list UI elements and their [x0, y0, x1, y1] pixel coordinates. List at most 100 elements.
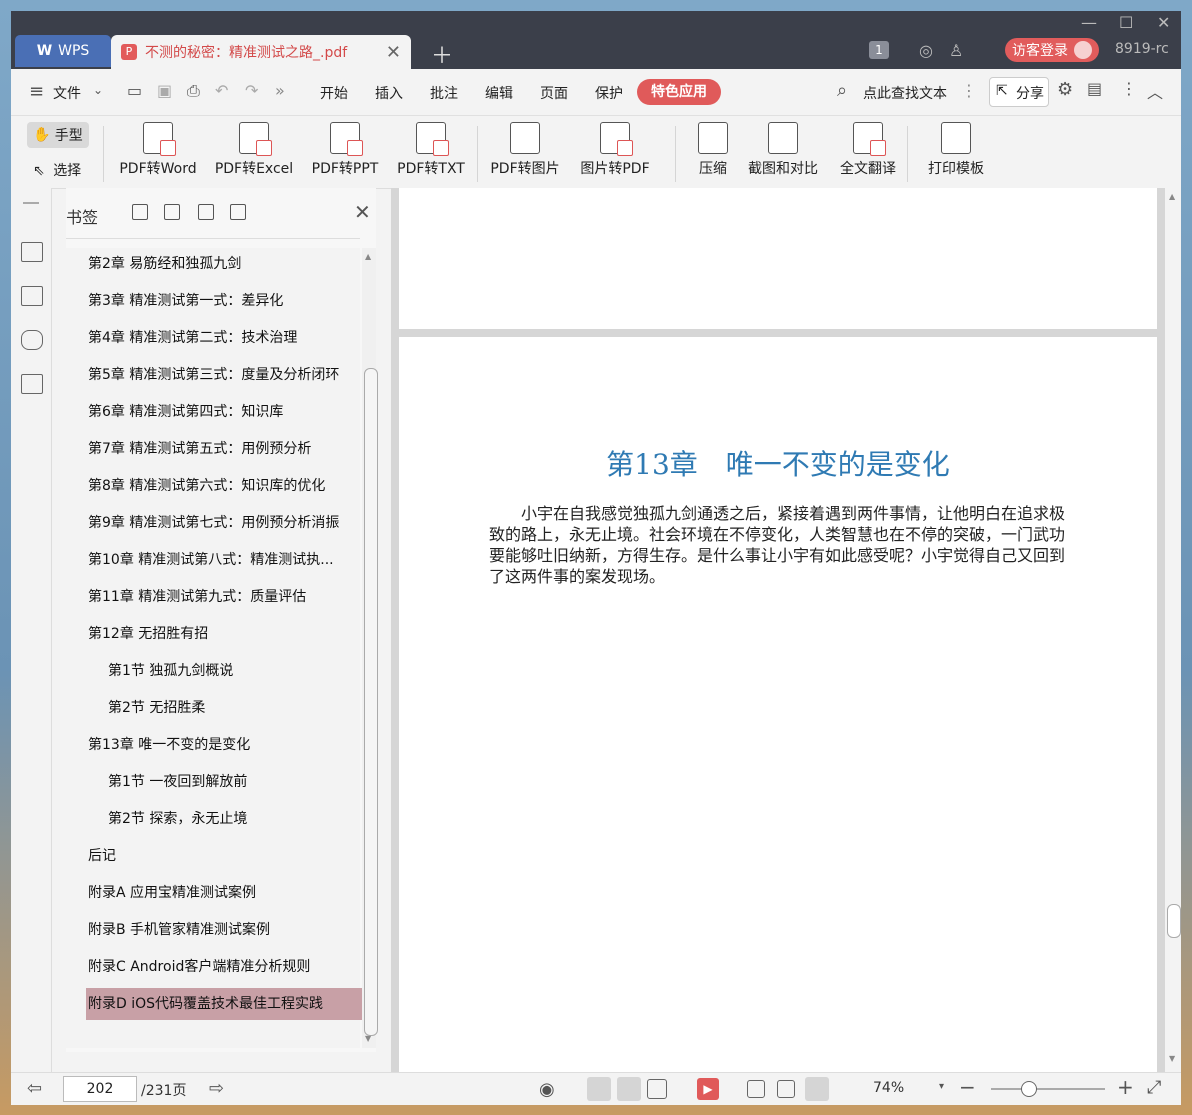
- signature-icon[interactable]: [21, 374, 43, 394]
- bookmark-item[interactable]: 第2节 无招胜柔: [108, 692, 360, 724]
- scroll-up-icon[interactable]: ▲: [365, 252, 371, 261]
- zoom-slider-track[interactable]: [991, 1088, 1105, 1090]
- save-icon[interactable]: ▣: [157, 81, 172, 100]
- bookmark-scroll-thumb[interactable]: [364, 368, 378, 1036]
- thumbnail-icon[interactable]: [21, 286, 43, 306]
- bookmark-item[interactable]: 后记: [88, 840, 360, 872]
- menu-page[interactable]: 页面: [540, 83, 568, 103]
- bookmark-item[interactable]: ▴第12章 无招胜有招: [88, 618, 360, 650]
- zoom-level[interactable]: 74%: [873, 1080, 904, 1096]
- zoom-dropdown-icon[interactable]: ▾: [939, 1081, 944, 1092]
- share-button[interactable]: ⇱ 分享: [989, 77, 1049, 107]
- bookmark-item[interactable]: ▸第4章 精准测试第二式：技术治理: [88, 322, 360, 354]
- fullscreen-icon[interactable]: ⤢: [1147, 1077, 1161, 1098]
- more-dots-icon[interactable]: ⋮: [961, 81, 977, 100]
- bookmark-item[interactable]: ▸第10章 精准测试第八式：精准测试执...: [88, 544, 360, 576]
- bookmark-scrollbar[interactable]: ▲ ▼: [362, 248, 378, 1048]
- bookmark-item[interactable]: ▸第6章 精准测试第四式：知识库: [88, 396, 360, 428]
- image-to-pdf-button[interactable]: 图片转PDF: [577, 122, 653, 178]
- compress-button[interactable]: 压缩: [695, 122, 731, 178]
- pdf-to-ppt-button[interactable]: PDF转PPT: [308, 122, 382, 178]
- open-folder-icon[interactable]: ▭: [127, 81, 142, 100]
- expand-all-icon[interactable]: [132, 204, 148, 220]
- search-icon[interactable]: ⌕: [837, 80, 847, 101]
- minimize-icon[interactable]: —: [1081, 13, 1097, 32]
- hamburger-icon[interactable]: ≡: [29, 81, 44, 102]
- find-text-button[interactable]: 点此查找文本: [863, 83, 947, 103]
- actual-size-icon[interactable]: [747, 1080, 765, 1098]
- menu-start[interactable]: 开始: [320, 83, 348, 103]
- drag-handle-icon[interactable]: [23, 202, 39, 204]
- scroll-up-icon[interactable]: ▲: [1169, 192, 1175, 201]
- menu-edit[interactable]: 编辑: [485, 83, 513, 103]
- bookmark-props-icon[interactable]: [230, 204, 246, 220]
- collapse-ribbon-icon[interactable]: ︿: [1147, 79, 1163, 103]
- pdf-to-word-button[interactable]: PDF转Word: [114, 122, 202, 178]
- bookmark-item[interactable]: ▸第3章 精准测试第一式：差异化: [88, 285, 360, 317]
- bookmark-item[interactable]: 附录C Android客户端精准分析规则: [88, 951, 360, 983]
- document-view[interactable]: 第13章 唯一不变的是变化 小宇在自我感觉独孤九剑通透之后，紧接着遇到两件事情，…: [391, 188, 1181, 1072]
- bookmark-item[interactable]: ▸第7章 精准测试第五式：用例预分析: [88, 433, 360, 465]
- more-menu-icon[interactable]: ⋮: [1121, 79, 1137, 98]
- skin-icon[interactable]: ◎: [919, 41, 933, 60]
- more-quick-icon[interactable]: »: [275, 81, 285, 100]
- maximize-icon[interactable]: ☐: [1119, 13, 1133, 32]
- fit-page-icon[interactable]: [777, 1080, 795, 1098]
- print-template-button[interactable]: 打印模板: [923, 122, 989, 178]
- annotation-icon[interactable]: [21, 330, 43, 350]
- visitor-login-button[interactable]: 访客登录: [1005, 38, 1099, 62]
- close-panel-icon[interactable]: ✕: [354, 200, 371, 224]
- select-tool-button[interactable]: ⇖ 选择: [33, 160, 81, 180]
- wps-home-tab[interactable]: W WPS: [15, 35, 111, 67]
- new-tab-icon[interactable]: ＋: [431, 38, 453, 70]
- pdf-to-excel-button[interactable]: PDF转Excel: [212, 122, 296, 178]
- single-page-icon[interactable]: [617, 1077, 641, 1101]
- close-tab-icon[interactable]: ✕: [386, 42, 401, 63]
- continuous-view-icon[interactable]: [587, 1077, 611, 1101]
- eye-protection-icon[interactable]: ◉: [539, 1079, 555, 1100]
- bookmark-item[interactable]: ▴第13章 唯一不变的是变化: [88, 729, 360, 761]
- chevron-down-icon[interactable]: ⌄: [93, 83, 103, 97]
- outline-icon[interactable]: [21, 242, 43, 262]
- menu-annotate[interactable]: 批注: [430, 83, 458, 103]
- menu-insert[interactable]: 插入: [375, 83, 403, 103]
- file-menu[interactable]: 文件: [53, 83, 81, 103]
- document-scrollbar[interactable]: ▲ ▼: [1165, 188, 1181, 1072]
- translate-button[interactable]: 全文翻译: [835, 122, 901, 178]
- shirt-icon[interactable]: ♙: [949, 41, 963, 60]
- page-count-badge[interactable]: 1: [869, 41, 889, 59]
- bookmark-item[interactable]: 第1节 独孤九剑概说: [108, 655, 360, 687]
- document-tab[interactable]: P 不测的秘密：精准测试之路_.pdf ✕: [111, 35, 411, 69]
- add-bookmark-icon[interactable]: [198, 204, 214, 220]
- collapse-all-icon[interactable]: [164, 204, 180, 220]
- menu-protect[interactable]: 保护: [595, 83, 623, 103]
- prev-page-icon[interactable]: ⇦: [27, 1078, 42, 1099]
- bookmark-item[interactable]: ▸第11章 精准测试第九式：质量评估: [88, 581, 360, 613]
- bookmark-item[interactable]: 第1节 一夜回到解放前: [108, 766, 360, 798]
- bookmark-item[interactable]: ▸第9章 精准测试第七式：用例预分析消振: [88, 507, 360, 539]
- pdf-to-image-button[interactable]: PDF转图片: [487, 122, 563, 178]
- two-page-icon[interactable]: [647, 1079, 667, 1099]
- comment-icon[interactable]: ▤: [1087, 79, 1102, 98]
- screenshot-compare-button[interactable]: 截图和对比: [743, 122, 823, 178]
- fit-width-icon[interactable]: [805, 1077, 829, 1101]
- settings-gear-icon[interactable]: ⚙: [1057, 79, 1073, 100]
- undo-icon[interactable]: ↶: [215, 81, 228, 100]
- pdf-to-txt-button[interactable]: PDF转TXT: [394, 122, 468, 178]
- bookmark-item[interactable]: 附录D iOS代码覆盖技术最佳工程实践: [86, 988, 362, 1020]
- bookmark-item[interactable]: 附录B 手机管家精准测试案例: [88, 914, 360, 946]
- bookmark-item[interactable]: ▸第2章 易筋经和独孤九剑: [88, 248, 360, 280]
- print-icon[interactable]: ⎙: [187, 81, 200, 101]
- bookmark-item[interactable]: 第2节 探索，永无止境: [108, 803, 360, 835]
- scroll-down-icon[interactable]: ▼: [365, 1034, 371, 1043]
- bookmark-item[interactable]: 附录A 应用宝精准测试案例: [88, 877, 360, 909]
- zoom-out-icon[interactable]: −: [959, 1075, 976, 1099]
- close-window-icon[interactable]: ✕: [1157, 13, 1170, 32]
- bookmark-item[interactable]: ▸第8章 精准测试第六式：知识库的优化: [88, 470, 360, 502]
- play-icon[interactable]: ▶: [697, 1078, 719, 1100]
- document-scroll-thumb[interactable]: [1167, 904, 1181, 938]
- redo-icon[interactable]: ↷: [245, 81, 258, 100]
- page-number-input[interactable]: 202: [63, 1076, 137, 1102]
- bookmark-item[interactable]: ▸第5章 精准测试第三式：度量及分析闭环: [88, 359, 360, 391]
- hand-tool-button[interactable]: ✋ 手型: [27, 122, 89, 148]
